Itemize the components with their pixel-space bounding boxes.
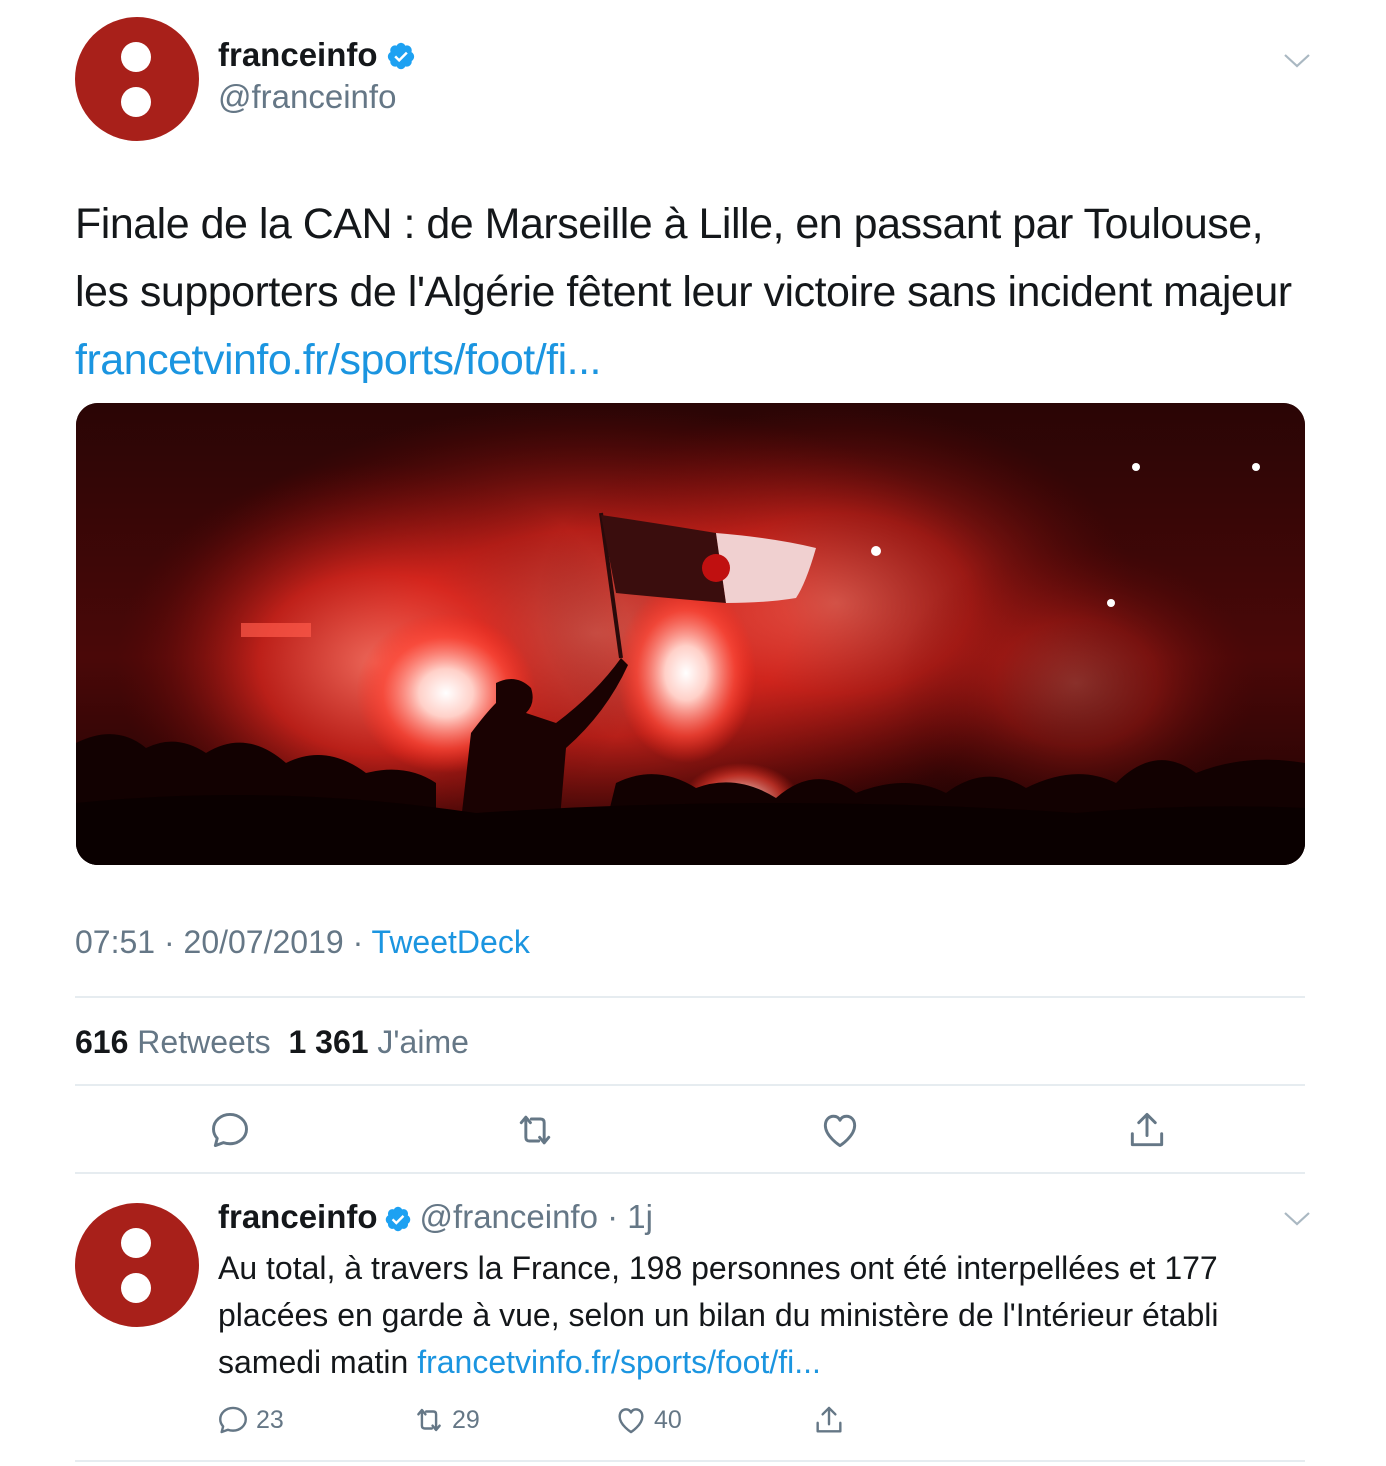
like-icon[interactable] — [818, 1108, 862, 1152]
tweet-text: Finale de la CAN : de Marseille à Lille,… — [75, 190, 1315, 394]
retweets-label: Retweets — [137, 1024, 271, 1060]
reply-icon[interactable] — [208, 1108, 252, 1152]
reply-link[interactable]: francetvinfo.fr/sports/foot/fi... — [417, 1344, 821, 1380]
reply-like-action[interactable]: 40 — [614, 1402, 682, 1438]
reply-avatar[interactable] — [75, 1203, 199, 1327]
reply-share-action[interactable] — [812, 1402, 852, 1438]
like-icon — [618, 1408, 644, 1434]
reply-retweets-count: 29 — [452, 1405, 480, 1434]
tweet-time[interactable]: 07:51 — [75, 924, 155, 960]
likes-count: 1 361 — [288, 1024, 369, 1060]
reply-reply-action[interactable]: 23 — [216, 1402, 284, 1438]
divider — [75, 996, 1305, 998]
reply-replies-count: 23 — [256, 1405, 284, 1434]
author-name-row[interactable]: franceinfo — [218, 36, 416, 74]
tweet-date[interactable]: 20/07/2019 — [184, 924, 344, 960]
share-icon — [816, 1406, 842, 1433]
author-handle[interactable]: @franceinfo — [218, 78, 396, 116]
retweets-count: 616 — [75, 1024, 129, 1060]
reply-icon — [219, 1406, 247, 1434]
verified-icon — [387, 42, 414, 70]
tweet-stats: 616 Retweets 1 361 J'aime — [75, 1024, 469, 1061]
verified-icon — [385, 1206, 410, 1232]
reply-author-handle[interactable]: @franceinfo — [420, 1198, 598, 1235]
retweets-stat[interactable]: 616 Retweets — [75, 1024, 271, 1060]
reply-retweet-action[interactable]: 29 — [412, 1402, 480, 1438]
retweet-icon[interactable] — [513, 1108, 557, 1152]
tweet-meta: 07:51 · 20/07/2019 · TweetDeck — [75, 924, 530, 960]
avatar-dot — [121, 1273, 151, 1303]
divider — [75, 1460, 1305, 1462]
chevron-down-icon[interactable] — [1283, 1210, 1311, 1228]
reply-age[interactable]: 1j — [627, 1198, 653, 1235]
reply-header: franceinfo @franceinfo · 1j — [218, 1198, 653, 1235]
avatar[interactable] — [75, 17, 199, 141]
reply-author-name[interactable]: franceinfo — [218, 1198, 378, 1235]
chevron-down-icon[interactable] — [1283, 52, 1311, 70]
reply-likes-count: 40 — [654, 1405, 682, 1434]
avatar-dot — [121, 42, 151, 72]
tweet-source[interactable]: TweetDeck — [372, 924, 530, 960]
share-icon[interactable] — [1125, 1108, 1169, 1152]
tweet-photo[interactable] — [76, 403, 1305, 865]
likes-label: J'aime — [377, 1024, 469, 1060]
likes-stat[interactable]: 1 361 J'aime — [288, 1024, 468, 1060]
divider — [75, 1172, 1305, 1174]
avatar-dot — [121, 87, 151, 117]
tweet-link[interactable]: francetvinfo.fr/sports/foot/fi... — [75, 336, 602, 384]
author-name[interactable]: franceinfo — [218, 36, 378, 73]
tweet-text-body: Finale de la CAN : de Marseille à Lille,… — [75, 200, 1292, 316]
divider — [75, 1084, 1305, 1086]
retweet-icon — [417, 1408, 441, 1432]
reply-text: Au total, à travers la France, 198 perso… — [218, 1245, 1308, 1386]
celebration-photo-illustration — [76, 403, 1305, 865]
avatar-dot — [121, 1228, 151, 1258]
